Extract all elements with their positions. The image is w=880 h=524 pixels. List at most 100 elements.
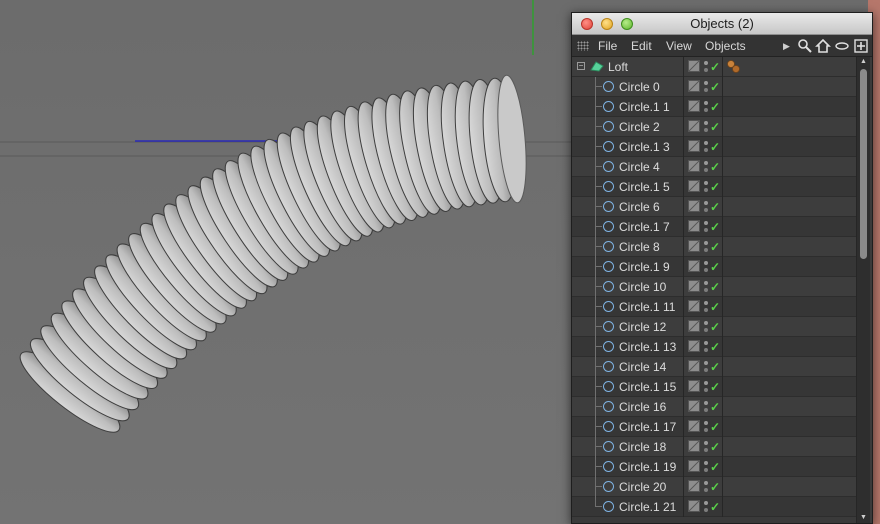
check-icon[interactable]: ✓ [710,177,720,197]
object-row-circle[interactable]: Circle.1 5 ✓ [572,177,856,197]
render-visibility-dot[interactable] [704,268,708,272]
object-row-circle[interactable]: Circle.1 21 ✓ [572,497,856,517]
object-row-circle[interactable]: Circle 0 ✓ [572,77,856,97]
object-name[interactable]: Circle.1 21 [619,497,676,517]
render-visibility-dot[interactable] [704,188,708,192]
object-name[interactable]: Circle 8 [619,237,660,257]
check-icon[interactable]: ✓ [710,157,720,177]
render-visibility-dot[interactable] [704,248,708,252]
editor-visibility-dot[interactable] [704,261,708,265]
check-icon[interactable]: ✓ [710,257,720,277]
check-icon[interactable]: ✓ [710,397,720,417]
object-row-circle[interactable]: Circle 10 ✓ [572,277,856,297]
render-visibility-dot[interactable] [704,368,708,372]
visibility-icon[interactable] [688,120,700,132]
check-icon[interactable]: ✓ [710,437,720,457]
object-row-circle[interactable]: Circle 6 ✓ [572,197,856,217]
menu-file[interactable]: File [598,35,617,57]
render-visibility-dot[interactable] [704,108,708,112]
render-visibility-dot[interactable] [704,408,708,412]
object-row-circle[interactable]: Circle.1 17 ✓ [572,417,856,437]
scroll-up-icon[interactable]: ▲ [857,57,870,67]
editor-visibility-dot[interactable] [704,381,708,385]
check-icon[interactable]: ✓ [710,77,720,97]
visibility-icon[interactable] [688,440,700,452]
object-row-circle[interactable]: Circle.1 7 ✓ [572,217,856,237]
editor-visibility-dot[interactable] [704,201,708,205]
title-bar[interactable]: Objects (2) [572,13,872,35]
object-name[interactable]: Circle.1 9 [619,257,670,277]
visibility-icon[interactable] [688,160,700,172]
render-visibility-dot[interactable] [704,68,708,72]
object-name[interactable]: Circle 0 [619,77,660,97]
object-row-circle[interactable]: Circle.1 13 ✓ [572,337,856,357]
render-visibility-dot[interactable] [704,228,708,232]
check-icon[interactable]: ✓ [710,357,720,377]
render-visibility-dot[interactable] [704,128,708,132]
editor-visibility-dot[interactable] [704,181,708,185]
render-visibility-dot[interactable] [704,488,708,492]
menu-view[interactable]: View [666,35,692,57]
editor-visibility-dot[interactable] [704,421,708,425]
editor-visibility-dot[interactable] [704,161,708,165]
minimize-button[interactable] [601,18,613,30]
check-icon[interactable]: ✓ [710,317,720,337]
editor-visibility-dot[interactable] [704,341,708,345]
visibility-icon[interactable] [688,480,700,492]
home-icon[interactable] [815,38,831,54]
render-visibility-dot[interactable] [704,148,708,152]
visibility-icon[interactable] [688,380,700,392]
visibility-icon[interactable] [688,460,700,472]
editor-visibility-dot[interactable] [704,481,708,485]
check-icon[interactable]: ✓ [710,117,720,137]
editor-visibility-dot[interactable] [704,241,708,245]
check-icon[interactable]: ✓ [710,277,720,297]
object-name[interactable]: Loft [608,57,628,77]
object-row-circle[interactable]: Circle.1 15 ✓ [572,377,856,397]
editor-visibility-dot[interactable] [704,61,708,65]
render-visibility-dot[interactable] [704,88,708,92]
object-row-circle[interactable]: Circle 12 ✓ [572,317,856,337]
check-icon[interactable]: ✓ [710,137,720,157]
object-list[interactable]: − Loft ✓ Circle 0 ✓ Circle.1 1 ✓ Circle 2 ✓ Ci… [572,57,856,523]
editor-visibility-dot[interactable] [704,321,708,325]
check-icon[interactable]: ✓ [710,57,720,77]
object-row-circle[interactable]: Circle 2 ✓ [572,117,856,137]
vertical-scrollbar[interactable]: ▲ ▼ [856,57,870,523]
render-visibility-dot[interactable] [704,348,708,352]
scroll-thumb[interactable] [860,69,867,259]
object-name[interactable]: Circle 18 [619,437,666,457]
visibility-icon[interactable] [688,280,700,292]
visibility-icon[interactable] [688,260,700,272]
editor-visibility-dot[interactable] [704,121,708,125]
object-name[interactable]: Circle.1 15 [619,377,676,397]
check-icon[interactable]: ✓ [710,497,720,517]
editor-visibility-dot[interactable] [704,401,708,405]
object-row-circle[interactable]: Circle.1 11 ✓ [572,297,856,317]
visibility-icon[interactable] [688,180,700,192]
render-visibility-dot[interactable] [704,388,708,392]
object-row-circle[interactable]: Circle 14 ✓ [572,357,856,377]
object-name[interactable]: Circle.1 13 [619,337,676,357]
search-icon[interactable] [797,38,813,54]
visibility-icon[interactable] [688,60,700,72]
object-row-circle[interactable]: Circle.1 9 ✓ [572,257,856,277]
check-icon[interactable]: ✓ [710,297,720,317]
check-icon[interactable]: ✓ [710,477,720,497]
visibility-icon[interactable] [688,100,700,112]
close-button[interactable] [581,18,593,30]
object-row-loft[interactable]: − Loft ✓ [572,57,856,77]
object-name[interactable]: Circle.1 7 [619,217,670,237]
visibility-icon[interactable] [688,220,700,232]
check-icon[interactable]: ✓ [710,337,720,357]
check-icon[interactable]: ✓ [710,457,720,477]
zoom-button[interactable] [621,18,633,30]
object-name[interactable]: Circle 14 [619,357,666,377]
editor-visibility-dot[interactable] [704,461,708,465]
check-icon[interactable]: ✓ [710,417,720,437]
menu-overflow-arrow-icon[interactable]: ▶ [783,35,790,57]
editor-visibility-dot[interactable] [704,501,708,505]
object-name[interactable]: Circle 10 [619,277,666,297]
render-visibility-dot[interactable] [704,168,708,172]
object-row-circle[interactable]: Circle.1 1 ✓ [572,97,856,117]
